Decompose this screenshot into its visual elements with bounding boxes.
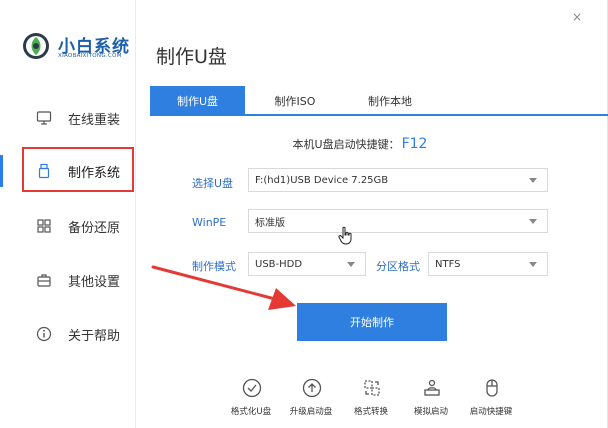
usb-select-label: 选择U盘 xyxy=(192,177,234,190)
tab-make-usb[interactable]: 制作U盘 xyxy=(150,86,245,116)
sidebar-item-about-help[interactable]: 关于帮助 xyxy=(0,310,136,358)
hand-cursor-icon xyxy=(338,226,352,245)
sidebar-item-other-settings[interactable]: 其他设置 xyxy=(0,256,136,304)
tool-label: 模拟启动 xyxy=(413,407,448,417)
simulate-boot-button[interactable]: 模拟启动 xyxy=(400,378,462,424)
tab-bar: 制作U盘 制作ISO 制作本地 xyxy=(150,86,608,116)
page-title: 制作U盘 xyxy=(156,46,227,68)
format-convert-button[interactable]: 格式转换 xyxy=(340,378,402,424)
winpe-select-value: 标准版 xyxy=(255,217,285,229)
start-make-button[interactable]: 开始制作 xyxy=(297,303,447,341)
tool-label: 启动快捷键 xyxy=(469,407,513,417)
partition-select[interactable]: NTFS xyxy=(428,252,548,276)
app-window: 小白系统 XIAOBAIXITONG.COM 在线重装 制作系统 备份还原 其他… xyxy=(0,0,608,428)
tab-make-iso[interactable]: 制作ISO xyxy=(260,86,330,116)
usb-select-value: F:(hd1)USB Device 7.25GB xyxy=(255,174,389,186)
shortcut-hint-text: 本机U盘启动快捷键： xyxy=(292,138,400,151)
logo-icon xyxy=(23,33,49,59)
sidebar-item-backup-restore[interactable]: 备份还原 xyxy=(0,202,136,250)
tab-make-local[interactable]: 制作本地 xyxy=(355,86,425,116)
chevron-down-icon xyxy=(347,262,355,267)
person-desk-icon xyxy=(424,379,440,396)
close-icon[interactable]: × xyxy=(572,10,582,24)
format-usb-button[interactable]: 格式化U盘 xyxy=(220,378,282,424)
partition-select-label: 分区格式 xyxy=(376,260,420,273)
upload-circle-icon xyxy=(302,378,322,398)
chevron-down-icon xyxy=(529,178,537,183)
monitor-icon xyxy=(36,111,52,125)
app-subtitle: XIAOBAIXITONG.COM xyxy=(58,53,122,59)
tool-label: 格式转换 xyxy=(353,407,388,417)
mouse-icon xyxy=(486,379,498,397)
tool-bar: 格式化U盘 升级启动盘 格式转换 模拟启动 启动快捷键 xyxy=(220,378,560,424)
sidebar-item-label: 备份还原 xyxy=(68,220,121,236)
annotation-highlight-box xyxy=(22,147,134,192)
convert-icon xyxy=(364,380,380,396)
winpe-select-label: WinPE xyxy=(192,216,227,229)
chevron-down-icon xyxy=(529,219,537,224)
boot-shortcut-button[interactable]: 启动快捷键 xyxy=(460,378,522,424)
usb-select[interactable]: F:(hd1)USB Device 7.25GB xyxy=(248,168,548,192)
upgrade-boot-disk-button[interactable]: 升级启动盘 xyxy=(280,378,342,424)
grid-icon xyxy=(37,219,51,233)
sidebar-item-online-install[interactable]: 在线重装 xyxy=(0,94,136,142)
tool-label: 升级启动盘 xyxy=(289,407,333,417)
shortcut-key: F12 xyxy=(401,136,428,152)
annotation-arrow xyxy=(151,265,296,310)
info-icon xyxy=(36,326,52,342)
tool-label: 格式化U盘 xyxy=(230,407,272,417)
sidebar-item-label: 其他设置 xyxy=(68,274,121,290)
sidebar-item-label: 关于帮助 xyxy=(68,328,121,344)
winpe-select[interactable]: 标准版 xyxy=(248,209,548,233)
check-circle-icon xyxy=(242,378,262,398)
shortcut-hint: 本机U盘启动快捷键： F12 xyxy=(150,136,570,152)
sidebar-item-label: 在线重装 xyxy=(68,112,121,128)
partition-select-value: NTFS xyxy=(435,258,461,270)
logo: 小白系统 XIAOBAIXITONG.COM xyxy=(20,28,130,68)
chevron-down-icon xyxy=(529,262,537,267)
briefcase-icon xyxy=(37,274,51,287)
sidebar: 小白系统 XIAOBAIXITONG.COM 在线重装 制作系统 备份还原 其他… xyxy=(0,0,136,428)
